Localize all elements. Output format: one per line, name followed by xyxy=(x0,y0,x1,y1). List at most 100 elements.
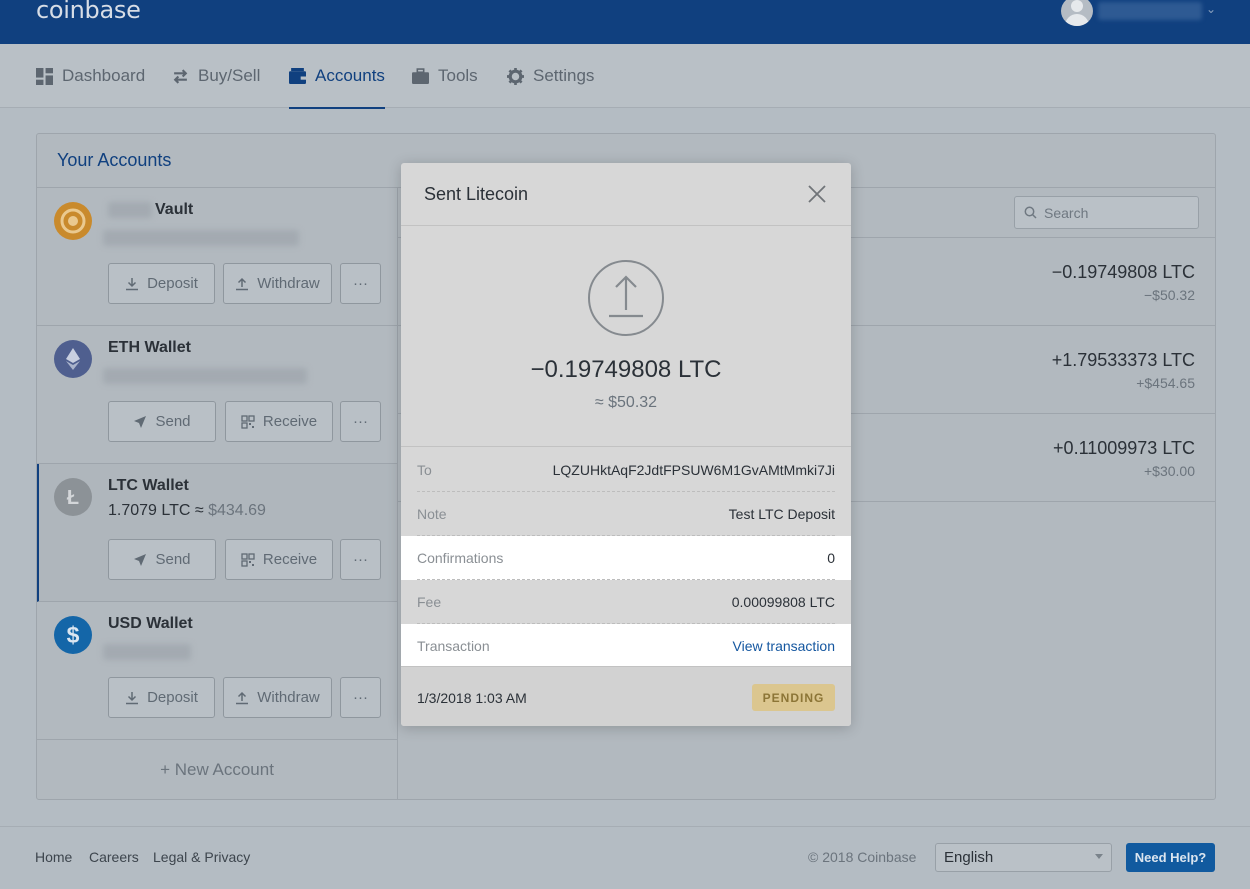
nav-settings-label: Settings xyxy=(533,66,595,85)
nav-settings[interactable]: Settings xyxy=(507,44,594,108)
nav-tools[interactable]: Tools xyxy=(412,44,478,108)
detail-row-transaction: Transaction View transaction xyxy=(401,624,851,668)
nav-accounts-label: Accounts xyxy=(315,66,385,85)
receive-button[interactable]: Receive xyxy=(225,401,333,442)
nav-accounts[interactable]: Accounts xyxy=(289,44,385,109)
fee-value: 0.00099808 LTC xyxy=(731,594,835,610)
withdraw-label: Withdraw xyxy=(257,689,320,706)
more-options-button[interactable]: ··· xyxy=(340,539,381,580)
send-button[interactable]: Send xyxy=(108,539,216,580)
modal-amount: −0.19749808 LTC xyxy=(530,356,722,383)
crypto-balance: 1.7079 LTC ≈ xyxy=(108,502,204,519)
dashboard-icon xyxy=(36,67,53,85)
transaction-fiat: +$30.00 xyxy=(1144,463,1195,479)
send-label: Send xyxy=(155,413,191,430)
more-options-button[interactable]: ··· xyxy=(340,401,381,442)
download-icon xyxy=(126,277,139,290)
withdraw-button[interactable]: Withdraw xyxy=(223,677,332,718)
footer-link-careers[interactable]: Careers xyxy=(89,849,139,865)
username-redacted[interactable] xyxy=(1098,2,1202,20)
copyright: © 2018 Coinbase xyxy=(808,849,917,865)
withdraw-button[interactable]: Withdraw xyxy=(223,263,332,304)
modal-title: Sent Litecoin xyxy=(424,184,529,204)
deposit-button[interactable]: Deposit xyxy=(108,263,215,304)
withdraw-label: Withdraw xyxy=(257,275,320,292)
your-accounts-title: Your Accounts xyxy=(57,150,172,170)
svg-text:Ł: Ł xyxy=(67,487,79,509)
user-avatar-icon[interactable] xyxy=(1061,0,1093,26)
litecoin-icon: Ł xyxy=(54,478,92,516)
caret-down-icon xyxy=(1095,854,1103,859)
receive-label: Receive xyxy=(262,413,318,430)
deposit-label: Deposit xyxy=(147,275,198,292)
top-bar: coinbase ⌄ xyxy=(0,0,1250,44)
redacted-balance xyxy=(103,644,191,660)
nav-tools-label: Tools xyxy=(438,66,478,85)
vault-icon xyxy=(54,202,92,240)
more-options-button[interactable]: ··· xyxy=(340,677,381,718)
send-icon xyxy=(134,415,147,428)
deposit-button[interactable]: Deposit xyxy=(108,677,215,718)
dollar-icon: $ xyxy=(54,616,92,654)
account-name: Vault xyxy=(155,201,194,218)
account-vault[interactable]: Vault Deposit Withdraw ··· xyxy=(37,188,397,326)
account-name: ETH Wallet xyxy=(108,339,191,356)
send-button[interactable]: Send xyxy=(108,401,216,442)
modal-header: Sent Litecoin xyxy=(401,163,851,226)
nav-buy-sell[interactable]: Buy/Sell xyxy=(172,44,260,108)
detail-label: Fee xyxy=(417,594,442,610)
view-transaction-link[interactable]: View transaction xyxy=(733,638,835,654)
nav-buy-sell-label: Buy/Sell xyxy=(198,66,261,85)
fiat-balance: $434.69 xyxy=(208,502,266,519)
ethereum-icon xyxy=(54,340,92,378)
chevron-down-icon[interactable]: ⌄ xyxy=(1206,2,1216,16)
language-value: English xyxy=(944,849,994,866)
more-icon: ··· xyxy=(353,413,368,430)
footer-link-home[interactable]: Home xyxy=(35,849,72,865)
account-name: USD Wallet xyxy=(108,615,193,632)
send-label: Send xyxy=(155,551,191,568)
nav-dashboard-label: Dashboard xyxy=(62,66,146,85)
search-input[interactable] xyxy=(1044,204,1184,221)
detail-row-fee: Fee 0.00099808 LTC xyxy=(401,580,851,624)
detail-label: Note xyxy=(417,506,447,522)
nav-dashboard[interactable]: Dashboard xyxy=(36,44,145,108)
modal-summary: −0.19749808 LTC ≈ $50.32 xyxy=(401,227,851,447)
account-name: LTC Wallet xyxy=(108,477,189,494)
close-icon[interactable] xyxy=(803,180,831,208)
transaction-amount: −0.19749808 LTC xyxy=(1051,262,1195,282)
transaction-fiat: −$50.32 xyxy=(1144,287,1195,303)
search-box[interactable] xyxy=(1014,196,1199,229)
upload-circle-icon xyxy=(588,260,664,336)
confirmations-value: 0 xyxy=(827,550,835,566)
receive-button[interactable]: Receive xyxy=(225,539,333,580)
send-icon xyxy=(134,553,147,566)
detail-row-to: To LQZUHktAqF2JdtFPSUW6M1GvAMtMmki7Ji xyxy=(401,448,851,492)
transaction-date: 1/3/2018 1:03 AM xyxy=(417,690,527,706)
detail-row-note: Note Test LTC Deposit xyxy=(401,492,851,536)
detail-label: To xyxy=(417,462,432,478)
new-account-button[interactable]: + New Account xyxy=(37,740,397,800)
upload-icon xyxy=(236,691,249,704)
gear-icon xyxy=(507,67,524,85)
download-icon xyxy=(126,691,139,704)
swap-icon xyxy=(173,68,188,84)
footer-link-legal[interactable]: Legal & Privacy xyxy=(153,849,250,865)
search-icon xyxy=(1024,206,1037,219)
account-eth-wallet[interactable]: ETH Wallet Send Receive ··· xyxy=(37,326,397,464)
qr-code-icon xyxy=(241,414,255,429)
deposit-label: Deposit xyxy=(147,689,198,706)
detail-label: Transaction xyxy=(417,638,490,654)
wallet-icon xyxy=(289,67,306,84)
account-usd-wallet[interactable]: $ USD Wallet Deposit Withdraw ··· xyxy=(37,602,397,740)
transaction-fiat: +$454.65 xyxy=(1136,375,1195,391)
coinbase-logo[interactable]: coinbase xyxy=(36,0,141,24)
language-select[interactable]: English xyxy=(935,843,1112,872)
note-value: Test LTC Deposit xyxy=(728,506,835,522)
need-help-button[interactable]: Need Help? xyxy=(1126,843,1215,872)
account-ltc-wallet[interactable]: Ł LTC Wallet 1.7079 LTC ≈ $434.69 Send R… xyxy=(37,464,397,602)
redacted-balance xyxy=(103,230,299,246)
more-icon: ··· xyxy=(353,689,368,706)
more-options-button[interactable]: ··· xyxy=(340,263,381,304)
detail-row-confirmations: Confirmations 0 xyxy=(401,536,851,580)
